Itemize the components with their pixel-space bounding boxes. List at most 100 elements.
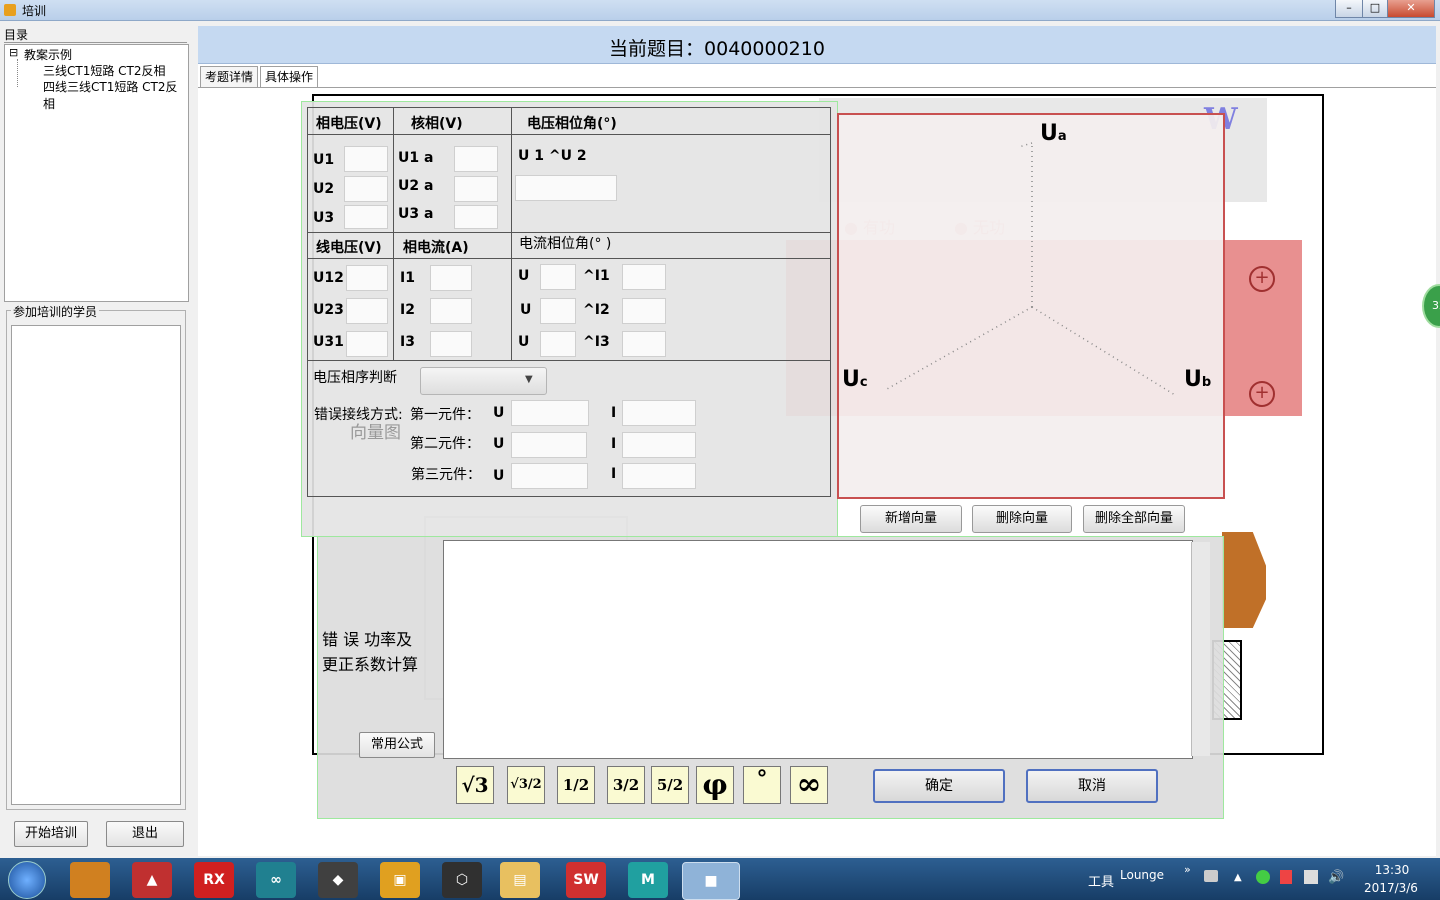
- five-halves-button[interactable]: 5/2: [651, 766, 689, 804]
- nox-icon[interactable]: ⬡: [442, 862, 482, 898]
- tree-root[interactable]: 教案示例: [24, 46, 72, 63]
- calc-scrollbar[interactable]: [1191, 542, 1210, 756]
- u2a-label: U2 a: [398, 178, 434, 194]
- u1-field[interactable]: [344, 146, 388, 172]
- element-3-u-field[interactable]: [511, 463, 588, 489]
- delete-all-vectors-button[interactable]: 删除全部向量: [1083, 505, 1185, 533]
- tray-app-icon[interactable]: [1256, 870, 1270, 884]
- col-divider: [393, 108, 394, 360]
- flag-icon[interactable]: [1280, 870, 1292, 884]
- bank-icon[interactable]: ▲: [132, 862, 172, 898]
- tray-tools[interactable]: 工具: [1088, 871, 1114, 890]
- close-icon[interactable]: ✕: [1387, 0, 1435, 18]
- tab-operation[interactable]: 具体操作: [260, 66, 319, 87]
- 3dsmax-icon[interactable]: M: [628, 862, 668, 898]
- u-angle-field-3[interactable]: [540, 331, 576, 357]
- u-label: U: [493, 405, 505, 421]
- one-half-button[interactable]: 1/2: [557, 766, 595, 804]
- u3-field[interactable]: [344, 205, 388, 229]
- phi-button[interactable]: φ: [696, 766, 734, 804]
- calc-textarea[interactable]: [443, 540, 1193, 759]
- col-divider: [511, 108, 512, 360]
- vector-diagram[interactable]: Ua Uc Ub: [837, 113, 1225, 499]
- arduino-icon[interactable]: ∞: [256, 862, 296, 898]
- u2a-field[interactable]: [454, 176, 498, 202]
- add-vector-button[interactable]: 新增向量: [860, 505, 962, 533]
- row-divider: [308, 134, 830, 135]
- clock-time[interactable]: 13:30: [1362, 863, 1422, 877]
- u1-u2-angle-field[interactable]: [515, 175, 617, 201]
- i1-angle-field[interactable]: [622, 264, 666, 290]
- u2-label: U2: [313, 181, 335, 197]
- u31-field[interactable]: [346, 331, 388, 357]
- tray-expand-icon[interactable]: ▲: [1234, 872, 1242, 883]
- tree-item[interactable]: 四线三线CT1短路 CT2反相: [43, 78, 188, 112]
- element-3-i-field[interactable]: [622, 463, 696, 489]
- solidworks-icon[interactable]: SW: [566, 862, 606, 898]
- i2-label: I2: [400, 302, 415, 318]
- tree-toggle-icon[interactable]: ⊟: [9, 46, 18, 59]
- tree-item[interactable]: 三线CT1短路 CT2反相: [43, 62, 166, 79]
- infinity-button[interactable]: ∞: [790, 766, 828, 804]
- training-app-icon[interactable]: ■: [682, 862, 740, 900]
- u-angle-field-2[interactable]: [540, 298, 576, 324]
- element-1-i-field[interactable]: [622, 400, 696, 426]
- students-list[interactable]: [11, 325, 181, 805]
- u1-label: U1: [313, 152, 335, 168]
- i1-field[interactable]: [430, 265, 472, 291]
- minimize-icon[interactable]: –: [1335, 0, 1363, 18]
- tab-question-details[interactable]: 考题详情: [200, 66, 259, 87]
- tray-chevron-icon[interactable]: »: [1184, 863, 1191, 876]
- i2-field[interactable]: [430, 298, 472, 324]
- app-icon[interactable]: ▣: [380, 862, 420, 898]
- unity-icon[interactable]: ◆: [318, 862, 358, 898]
- sequence-select[interactable]: ▼: [420, 367, 547, 395]
- i3-angle-field[interactable]: [622, 331, 666, 357]
- i2-angle-label: ^I2: [583, 302, 610, 318]
- rx-icon[interactable]: RX: [194, 862, 234, 898]
- clock-date[interactable]: 2017/3/6: [1356, 881, 1426, 895]
- ub-vector-label[interactable]: Ub: [1184, 367, 1211, 392]
- u3a-field[interactable]: [454, 205, 498, 229]
- element-2-i-field[interactable]: [622, 432, 696, 458]
- formula-button[interactable]: 常用公式: [359, 732, 435, 758]
- folder-icon[interactable]: ▤: [500, 862, 540, 898]
- u12-field[interactable]: [346, 265, 388, 291]
- window-title: 培训: [22, 4, 47, 18]
- check-phase-header: 核相(V): [411, 116, 463, 132]
- maximize-icon[interactable]: □: [1362, 0, 1388, 18]
- degree-button[interactable]: °: [743, 766, 781, 804]
- i-label: I: [611, 405, 617, 421]
- confirm-button[interactable]: 确定: [873, 769, 1005, 803]
- element-2-u-field[interactable]: [511, 432, 587, 458]
- catalog-tree[interactable]: ⊟ 教案示例 三线CT1短路 CT2反相 四线三线CT1短路 CT2反相: [4, 44, 189, 302]
- u3-label: U3: [313, 210, 335, 226]
- keyboard-icon[interactable]: [1204, 870, 1218, 882]
- network-icon[interactable]: [1304, 870, 1318, 884]
- tray-user[interactable]: Lounge: [1120, 868, 1164, 882]
- cancel-button[interactable]: 取消: [1026, 769, 1158, 803]
- u-angle-field-1[interactable]: [540, 264, 576, 290]
- three-halves-button[interactable]: 3/2: [607, 766, 645, 804]
- start-icon[interactable]: [8, 861, 46, 899]
- meter-plug: [1222, 532, 1266, 628]
- u1-u2-angle-label: U 1 ^U 2: [518, 148, 587, 164]
- students-group: 参加培训的学员: [6, 303, 186, 810]
- u2-field[interactable]: [344, 176, 388, 202]
- sqrt3-over-2-button[interactable]: √3/2: [507, 766, 545, 804]
- u1a-field[interactable]: [454, 146, 498, 172]
- exit-button[interactable]: 退出: [106, 821, 184, 847]
- i3-field[interactable]: [430, 331, 472, 357]
- delete-vector-button[interactable]: 删除向量: [972, 505, 1072, 533]
- u23-field[interactable]: [346, 298, 388, 324]
- uc-vector-label[interactable]: Uc: [842, 367, 868, 392]
- start-training-button[interactable]: 开始培训: [14, 821, 88, 847]
- ua-vector-label[interactable]: Ua: [1040, 121, 1067, 146]
- divider: [4, 42, 187, 43]
- sequence-label: 电压相序判断: [313, 370, 397, 386]
- volume-icon[interactable]: 🔊: [1328, 870, 1344, 885]
- sqrt3-button[interactable]: √3: [456, 766, 494, 804]
- element-1-u-field[interactable]: [511, 400, 589, 426]
- i2-angle-field[interactable]: [622, 298, 666, 324]
- spartan-icon[interactable]: [70, 862, 110, 898]
